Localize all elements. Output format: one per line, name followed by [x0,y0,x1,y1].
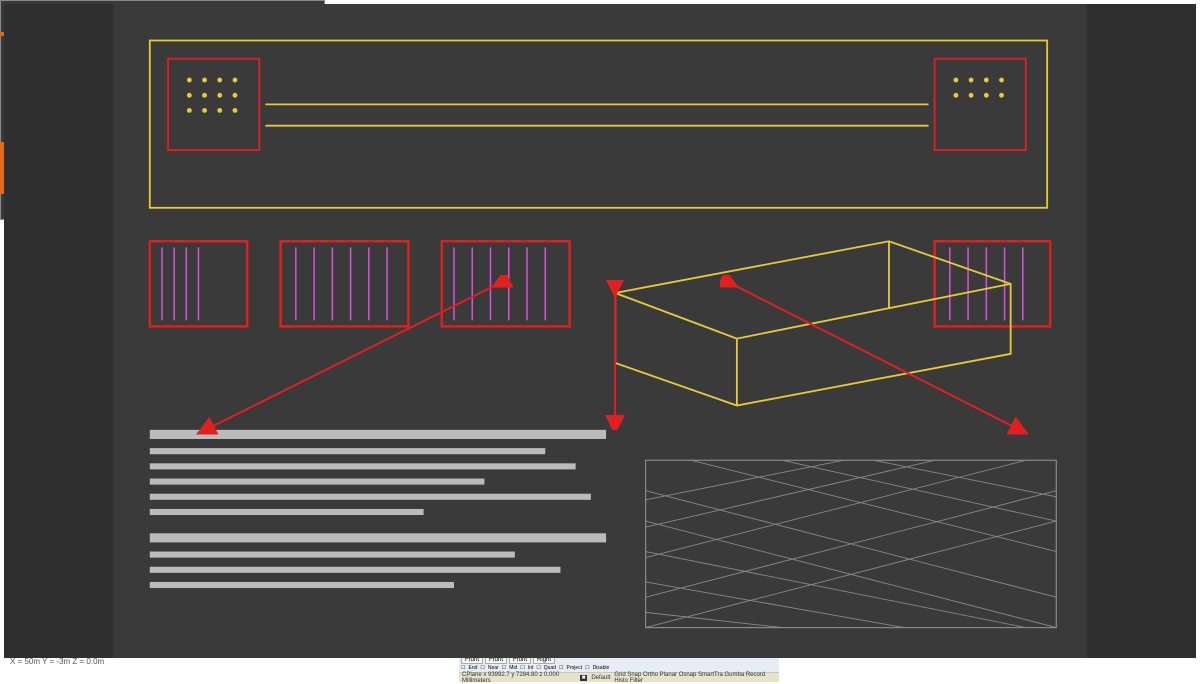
arrow-top-to-bottomleft [190,275,520,445]
arrow-top-to-bottomcenter [605,280,625,430]
status-bar: CPlane x 93992.7 y 7284.80 z 0.000 Milli… [459,672,779,682]
cad-drawing-window [0,0,325,220]
arrow-top-to-bottomright [720,275,1040,445]
